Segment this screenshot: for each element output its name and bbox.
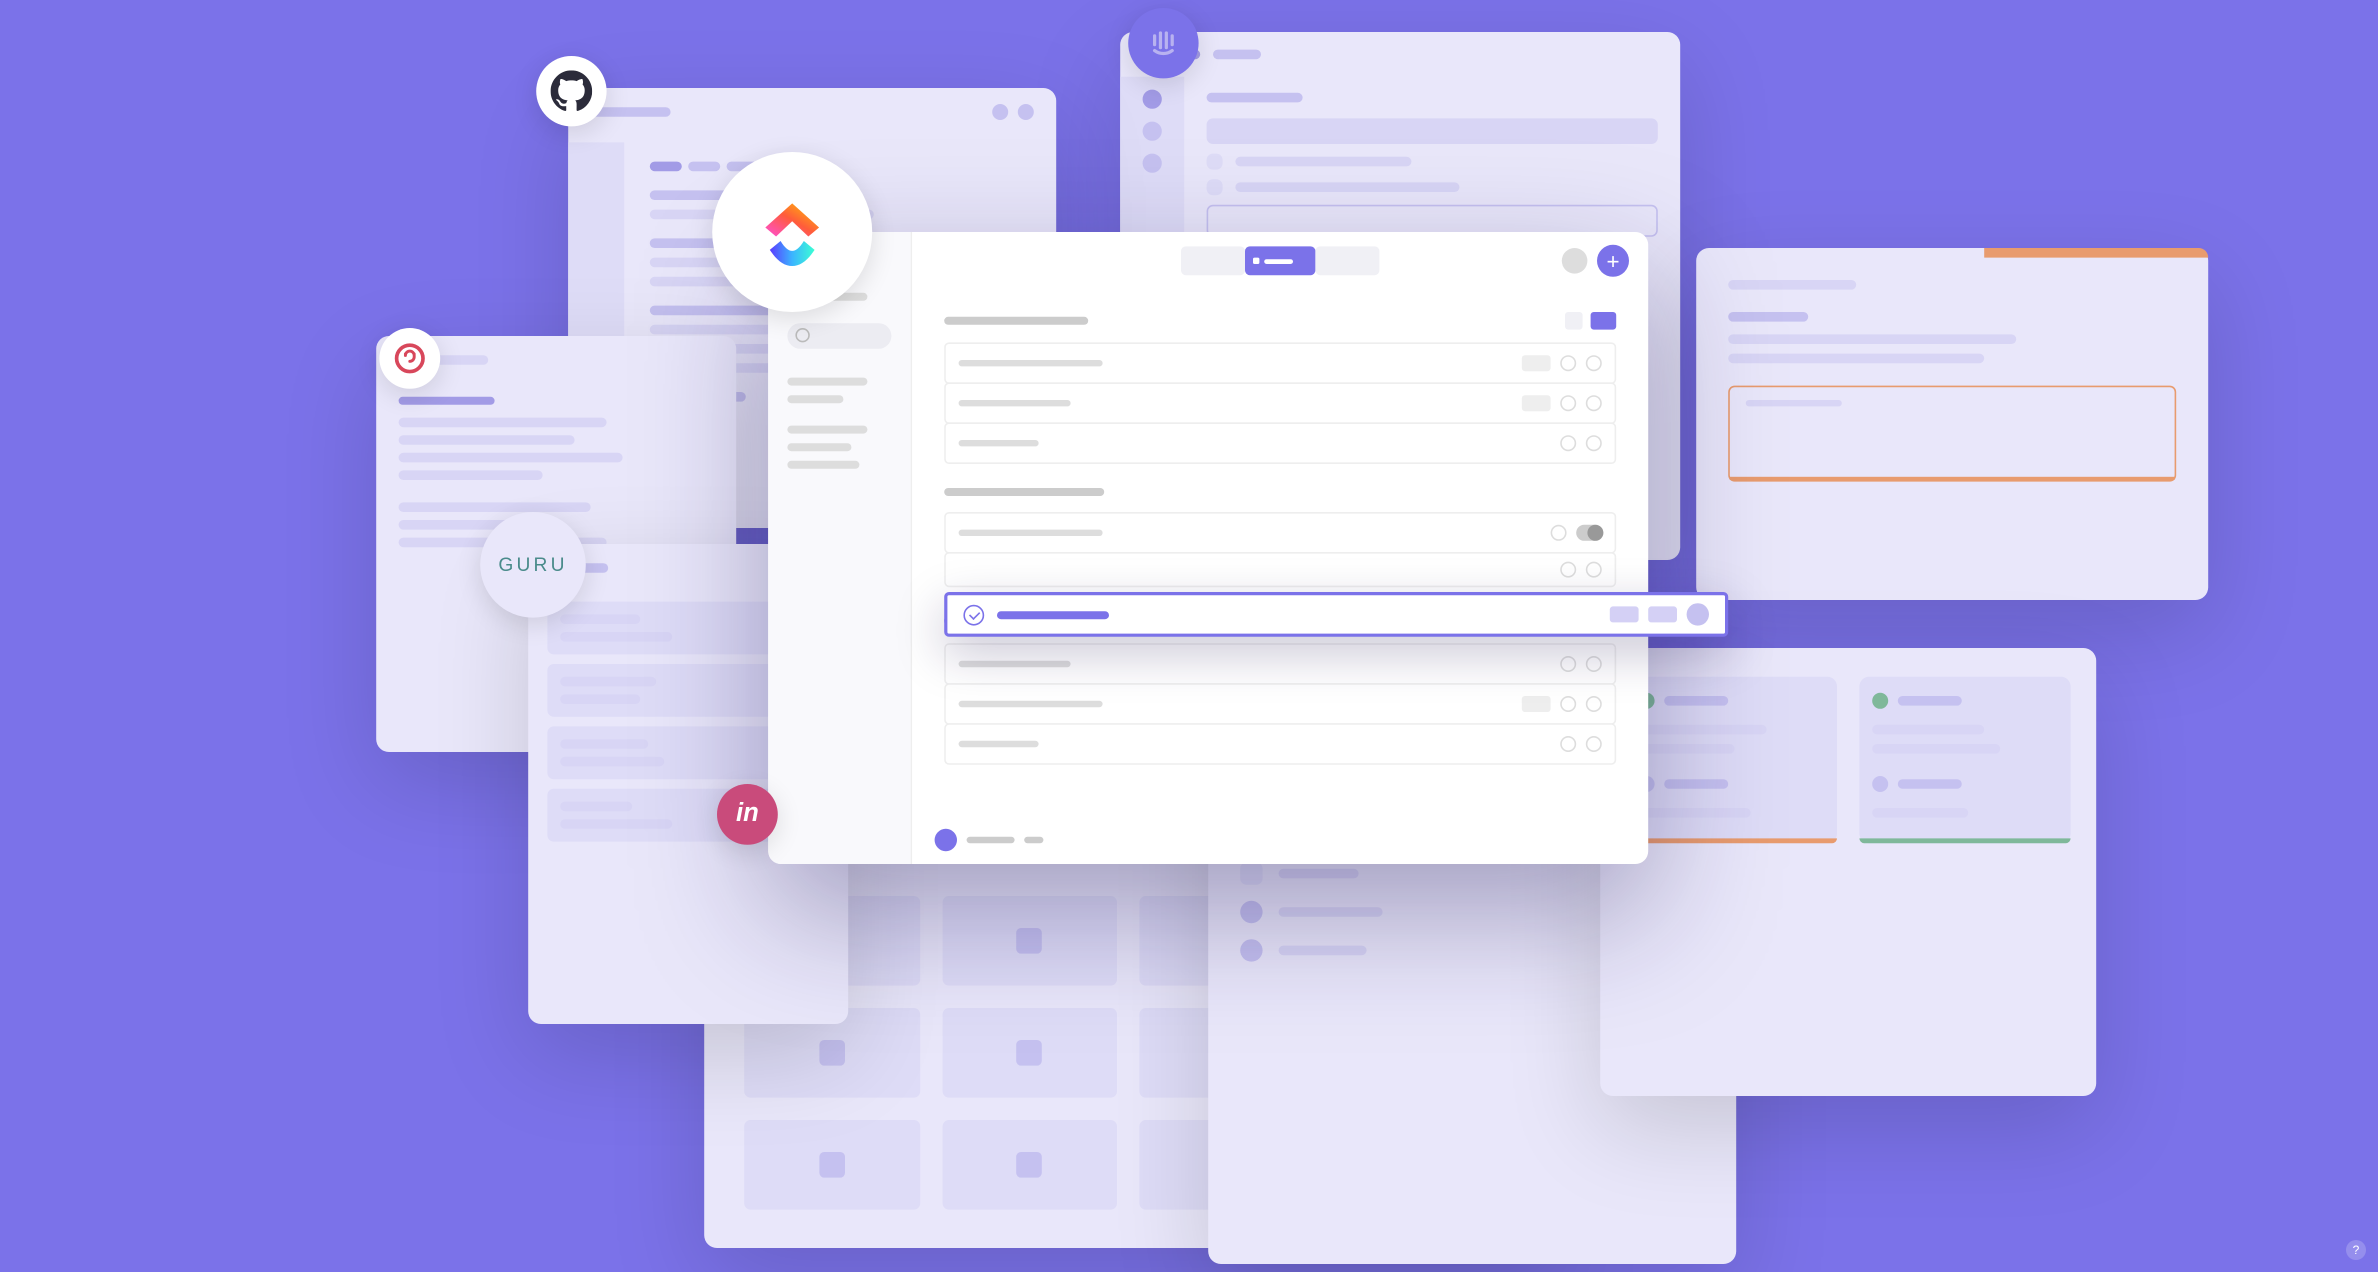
- meta-icon: [379, 328, 440, 389]
- kanban-window: [1600, 648, 2096, 1096]
- task-row[interactable]: [944, 552, 1616, 587]
- task-row[interactable]: [944, 683, 1616, 725]
- task-row[interactable]: [944, 342, 1616, 384]
- task-title-bar: [997, 610, 1109, 618]
- add-button[interactable]: +: [1597, 245, 1629, 277]
- help-button[interactable]: ?: [2346, 1240, 2366, 1260]
- guru-icon: GURU: [480, 512, 586, 618]
- assignee-avatar[interactable]: [1687, 603, 1709, 625]
- clickup-app-window: +: [768, 232, 1648, 864]
- toggle[interactable]: [1576, 525, 1602, 541]
- checkbox-icon[interactable]: [963, 604, 984, 625]
- task-row[interactable]: [944, 723, 1616, 765]
- invision-icon: in: [717, 784, 778, 845]
- task-row[interactable]: [944, 382, 1616, 424]
- task-row[interactable]: [944, 422, 1616, 464]
- view-tab-active[interactable]: [1245, 246, 1315, 275]
- topbar: +: [912, 232, 1648, 290]
- github-icon: [536, 56, 606, 126]
- section-title: [944, 317, 1088, 325]
- chat-icon[interactable]: [935, 829, 957, 851]
- footer: [912, 829, 1043, 851]
- user-avatar[interactable]: [1562, 248, 1588, 274]
- illustration-stage: +: [0, 0, 2378, 1272]
- section-title: [944, 488, 1104, 496]
- task-row[interactable]: [944, 512, 1616, 554]
- intercom-icon: [1128, 8, 1198, 78]
- view-tab[interactable]: [1315, 246, 1379, 275]
- sidebar: [768, 232, 912, 864]
- highlighted-task-row[interactable]: [944, 592, 1728, 637]
- task-row[interactable]: [944, 643, 1616, 685]
- clickup-icon: [712, 152, 872, 312]
- task-list: [912, 290, 1648, 864]
- search-input[interactable]: [787, 323, 891, 349]
- orange-accent-bar: [1984, 248, 2208, 258]
- orange-window: [1696, 248, 2208, 600]
- view-tab[interactable]: [1181, 246, 1245, 275]
